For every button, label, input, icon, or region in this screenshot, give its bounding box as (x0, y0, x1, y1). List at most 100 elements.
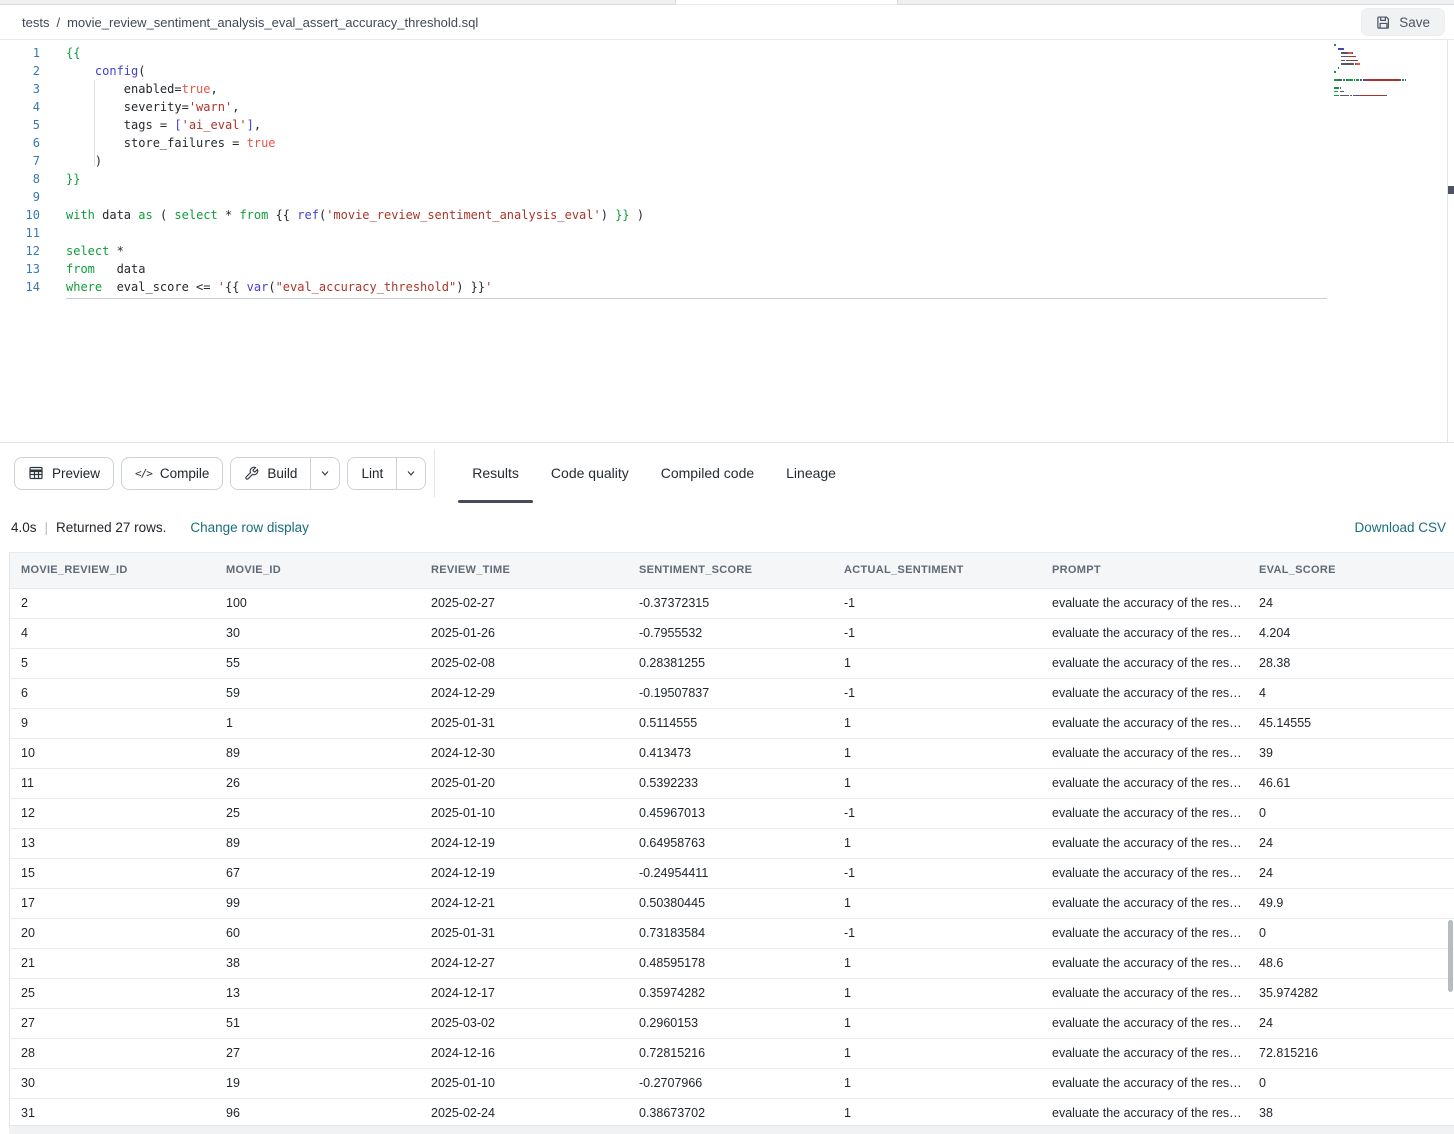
table-cell: 1 (833, 648, 1041, 678)
table-cell: -1 (833, 588, 1041, 618)
code-editor[interactable]: 1{{2 config(3 enabled=true,4 severity='w… (0, 40, 1454, 443)
lint-button-group: Lint (347, 457, 426, 490)
tab-lineage[interactable]: Lineage (772, 443, 850, 503)
prompt-text: evaluate the accuracy of the res… (1052, 926, 1242, 940)
table-row[interactable]: 6592024-12-29-0.19507837-1evaluate the a… (10, 678, 1454, 708)
table-cell: 13 (10, 828, 215, 858)
breadcrumb-folder[interactable]: tests (22, 15, 49, 30)
column-header-prompt[interactable]: PROMPT (1041, 553, 1248, 588)
prompt-cell: evaluate the accuracy of the res…❯ (1041, 768, 1248, 798)
save-button[interactable]: Save (1361, 8, 1445, 36)
table-row[interactable]: 31962025-02-240.386737021evaluate the ac… (10, 1098, 1454, 1128)
code-line[interactable]: 12select * (0, 242, 1330, 260)
build-button[interactable]: Build (231, 458, 310, 489)
column-header-actual_sentiment[interactable]: ACTUAL_SENTIMENT (833, 553, 1041, 588)
table-row[interactable]: 27512025-03-020.29601531evaluate the acc… (10, 1008, 1454, 1038)
table-row[interactable]: 15672024-12-19-0.24954411-1evaluate the … (10, 858, 1454, 888)
code-line[interactable]: 11 (0, 224, 1330, 242)
line-number: 8 (0, 170, 40, 188)
code-line[interactable]: 6 store_failures = true (0, 134, 1330, 152)
lint-dropdown-toggle[interactable] (396, 458, 425, 489)
code-line[interactable]: 2 config( (0, 62, 1330, 80)
active-line-underline (66, 298, 1327, 299)
column-header-review_time[interactable]: REVIEW_TIME (420, 553, 628, 588)
table-header-row: MOVIE_REVIEW_IDMOVIE_IDREVIEW_TIMESENTIM… (10, 553, 1454, 588)
table-row[interactable]: 20602025-01-310.73183584-1evaluate the a… (10, 918, 1454, 948)
code-line-text: ) (40, 152, 102, 170)
code-line[interactable]: 5 tags = ['ai_eval'], (0, 116, 1330, 134)
ide-window: tests / movie_review_sentiment_analysis_… (0, 0, 1454, 1134)
table-cell: -1 (833, 678, 1041, 708)
tab-compiled-code[interactable]: Compiled code (647, 443, 768, 503)
compile-button[interactable]: </>Compile (121, 457, 223, 490)
table-cell: 1 (833, 888, 1041, 918)
minimap-line (1334, 79, 1426, 81)
tab-label: Code quality (551, 465, 629, 481)
table-cell: 1 (833, 1098, 1041, 1128)
table-row[interactable]: 13892024-12-190.649587631evaluate the ac… (10, 828, 1454, 858)
table-vertical-scrollbar[interactable] (1448, 920, 1453, 992)
table-cell: 2025-01-10 (420, 1068, 628, 1098)
table-cell: 39 (1248, 738, 1454, 768)
table-cell: 26 (215, 768, 420, 798)
code-line[interactable]: 1{{ (0, 44, 1330, 62)
line-number: 14 (0, 278, 40, 296)
prompt-cell: evaluate the accuracy of the res…❯ (1041, 858, 1248, 888)
table-row[interactable]: 25132024-12-170.359742821evaluate the ac… (10, 978, 1454, 1008)
minimap-line (1334, 75, 1426, 77)
column-header-eval_score[interactable]: EVAL_SCORE (1248, 553, 1454, 588)
results-table-container: MOVIE_REVIEW_IDMOVIE_IDREVIEW_TIMESENTIM… (9, 552, 1454, 1134)
table-cell: 2025-01-31 (420, 918, 628, 948)
line-number: 2 (0, 62, 40, 80)
column-header-movie_id[interactable]: MOVIE_ID (215, 553, 420, 588)
code-line[interactable]: 4 severity='warn', (0, 98, 1330, 116)
preview-button[interactable]: Preview (14, 457, 114, 490)
code-line[interactable]: 13from data (0, 260, 1330, 278)
table-cell: 89 (215, 828, 420, 858)
table-row[interactable]: 17992024-12-210.503804451evaluate the ac… (10, 888, 1454, 918)
column-header-movie_review_id[interactable]: MOVIE_REVIEW_ID (10, 553, 215, 588)
code-line[interactable]: 14where eval_score <= '{{ var("eval_accu… (0, 278, 1330, 296)
table-cell: 0.72815216 (628, 1038, 833, 1068)
table-cell: 0.35974282 (628, 978, 833, 1008)
column-header-sentiment_score[interactable]: SENTIMENT_SCORE (628, 553, 833, 588)
lint-button[interactable]: Lint (348, 458, 396, 489)
table-icon (28, 465, 44, 481)
tab-results[interactable]: Results (458, 443, 533, 503)
query-duration: 4.0s (11, 520, 37, 535)
code-line[interactable]: 8}} (0, 170, 1330, 188)
code-line[interactable]: 10with data as ( select * from {{ ref('m… (0, 206, 1330, 224)
table-cell: 0.50380445 (628, 888, 833, 918)
breadcrumb-filename[interactable]: movie_review_sentiment_analysis_eval_ass… (67, 15, 478, 30)
table-cell: -1 (833, 798, 1041, 828)
table-horizontal-scrollbar[interactable] (9, 1125, 1454, 1134)
prompt-text: evaluate the accuracy of the res… (1052, 596, 1242, 610)
build-dropdown-toggle[interactable] (310, 458, 339, 489)
code-line[interactable]: 7 ) (0, 152, 1330, 170)
table-row[interactable]: 12252025-01-100.45967013-1evaluate the a… (10, 798, 1454, 828)
download-csv-link[interactable]: Download CSV (1354, 520, 1446, 535)
table-cell: 99 (215, 888, 420, 918)
table-cell: -0.2707966 (628, 1068, 833, 1098)
breadcrumb-bar: tests / movie_review_sentiment_analysis_… (0, 5, 1454, 40)
table-row[interactable]: 28272024-12-160.728152161evaluate the ac… (10, 1038, 1454, 1068)
code-line[interactable]: 9 (0, 188, 1330, 206)
tab-code-quality[interactable]: Code quality (537, 443, 643, 503)
editor-minimap[interactable] (1334, 44, 1426, 98)
table-row[interactable]: 10892024-12-300.4134731evaluate the accu… (10, 738, 1454, 768)
table-row[interactable]: 4302025-01-26-0.7955532-1evaluate the ac… (10, 618, 1454, 648)
change-row-display-link[interactable]: Change row display (190, 520, 309, 535)
table-row[interactable]: 30192025-01-10-0.27079661evaluate the ac… (10, 1068, 1454, 1098)
code-line[interactable]: 3 enabled=true, (0, 80, 1330, 98)
table-cell: 0 (1248, 798, 1454, 828)
table-row[interactable]: 11262025-01-200.53922331evaluate the acc… (10, 768, 1454, 798)
table-row[interactable]: 912025-01-310.51145551evaluate the accur… (10, 708, 1454, 738)
table-row[interactable]: 5552025-02-080.283812551evaluate the acc… (10, 648, 1454, 678)
table-cell: 0.413473 (628, 738, 833, 768)
table-row[interactable]: 21002025-02-27-0.37372315-1evaluate the … (10, 588, 1454, 618)
table-cell: 1 (833, 948, 1041, 978)
table-cell: 46.61 (1248, 768, 1454, 798)
save-button-label: Save (1399, 15, 1430, 30)
editor-scrollbar-marker[interactable] (1448, 186, 1454, 194)
table-row[interactable]: 21382024-12-270.485951781evaluate the ac… (10, 948, 1454, 978)
